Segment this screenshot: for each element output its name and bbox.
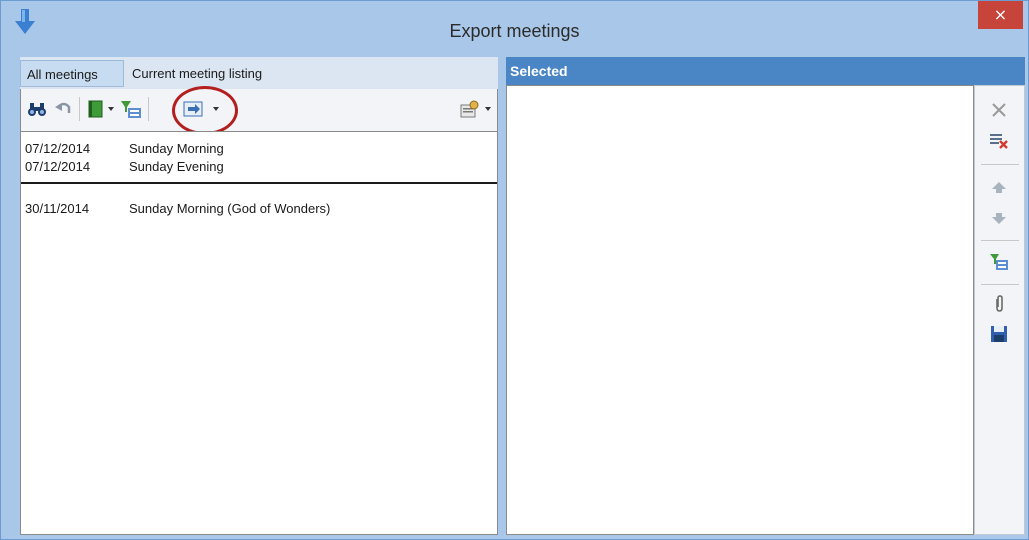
selected-header: Selected	[506, 57, 1025, 85]
save-icon[interactable]	[989, 324, 1009, 344]
side-toolbar-separator	[981, 240, 1019, 241]
close-button[interactable]: ×	[978, 1, 1023, 29]
selected-side-toolbar	[974, 85, 1025, 535]
export-meetings-window: Export meetings × All meetings Current m…	[0, 0, 1029, 540]
title-bar: Export meetings ×	[1, 1, 1028, 51]
clear-icon[interactable]	[989, 100, 1009, 120]
tab-current-meeting-listing[interactable]: Current meeting listing	[126, 60, 326, 87]
highlight-annotation	[172, 86, 238, 135]
selected-list[interactable]	[506, 85, 974, 535]
tab-strip: All meetings Current meeting listing	[20, 57, 498, 89]
selected-panel: Selected	[506, 57, 1025, 535]
meetings-list: 07/12/2014 Sunday Morning 07/12/2014 Sunda…	[20, 131, 498, 535]
list-item[interactable]: 07/12/2014 Sunday Evening	[25, 158, 224, 176]
filter-icon[interactable]	[120, 99, 142, 119]
window-title: Export meetings	[449, 21, 580, 41]
meetings-panel: All meetings Current meeting listing 07/…	[20, 57, 498, 535]
toolbar-separator	[148, 97, 149, 121]
list-item[interactable]: 30/11/2014 Sunday Morning (God of Wonders…	[25, 200, 330, 218]
list-item[interactable]: 07/12/2014 Sunday Morning	[25, 140, 224, 158]
properties-dropdown-caret[interactable]	[485, 107, 491, 111]
move-up-icon[interactable]	[989, 178, 1009, 198]
undo-icon[interactable]	[54, 99, 72, 119]
remove-icon[interactable]	[989, 130, 1009, 150]
add-filter-icon[interactable]	[989, 252, 1009, 272]
group-divider	[21, 182, 497, 184]
book-dropdown-caret[interactable]	[108, 107, 114, 111]
binoculars-icon[interactable]	[27, 99, 47, 119]
side-toolbar-separator	[981, 284, 1019, 285]
meetings-toolbar	[20, 86, 498, 135]
move-down-icon[interactable]	[989, 208, 1009, 228]
book-icon[interactable]	[86, 99, 104, 119]
attach-icon[interactable]	[989, 294, 1009, 314]
toolbar-separator	[79, 97, 80, 121]
properties-icon[interactable]	[459, 99, 481, 119]
side-toolbar-separator	[981, 164, 1019, 165]
tab-all-meetings[interactable]: All meetings	[20, 60, 124, 87]
